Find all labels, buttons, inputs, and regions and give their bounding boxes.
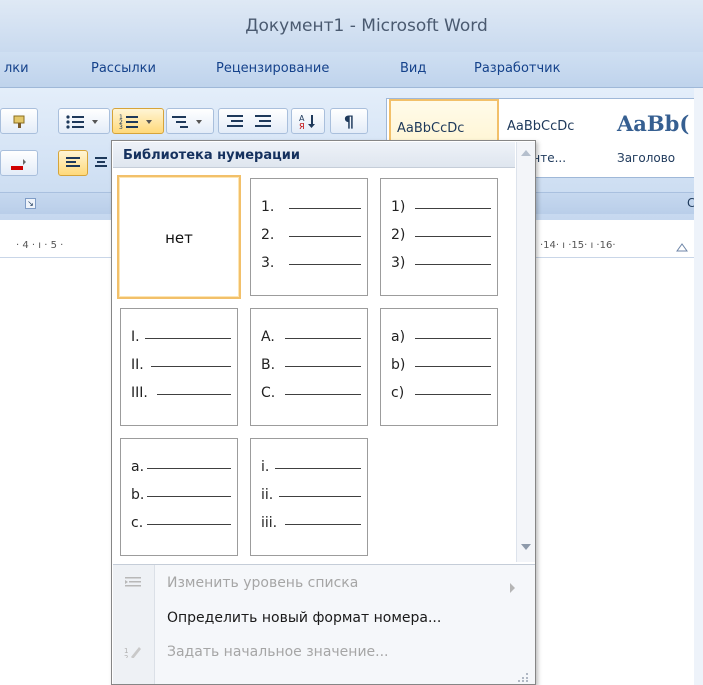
ruler-left-text: · 4 · ı · 5 · bbox=[16, 240, 64, 251]
number-label: A. bbox=[261, 329, 275, 345]
numbering-option-decimal-paren[interactable]: 1) 2) 3) bbox=[380, 178, 498, 296]
brush-icon bbox=[13, 115, 25, 128]
number-label: 3. bbox=[261, 255, 275, 271]
align-center-icon bbox=[95, 157, 107, 167]
numbering-dropdown: Библиотека нумерации нет 1. 2. 3. 1) 2) … bbox=[111, 140, 536, 685]
numbering-option-lower-alpha-dot[interactable]: a. b. c. bbox=[120, 438, 238, 556]
indent-icon bbox=[227, 115, 271, 127]
numbering-option-lower-roman[interactable]: i. ii. iii. bbox=[250, 438, 368, 556]
sort-icon: A Я bbox=[299, 114, 315, 129]
number-label: c. bbox=[131, 515, 144, 531]
number-label: 1) bbox=[391, 199, 406, 215]
gallery-scrollbar[interactable] bbox=[516, 142, 535, 562]
number-label: ii. bbox=[261, 487, 274, 503]
numbering-option-decimal-dot[interactable]: 1. 2. 3. bbox=[250, 178, 368, 296]
window-right-edge bbox=[694, 88, 703, 685]
scroll-up-icon[interactable] bbox=[521, 150, 531, 156]
bullets-icon bbox=[66, 115, 98, 129]
number-label: a. bbox=[131, 459, 145, 475]
number-label: iii. bbox=[261, 515, 278, 531]
number-label: b) bbox=[391, 357, 406, 373]
numbering-library-title: Библиотека нумерации bbox=[123, 148, 300, 163]
ribbon-tabs: лки Рассылки Рецензирование Вид Разработ… bbox=[0, 52, 703, 88]
show-formatting-button[interactable]: ¶ bbox=[330, 108, 368, 134]
number-label: 3) bbox=[391, 255, 406, 271]
style-heading-1[interactable]: AaBb( Заголово bbox=[611, 99, 703, 177]
number-label: III. bbox=[131, 385, 148, 401]
style-sample: AaBb( bbox=[617, 111, 690, 136]
align-center-button[interactable] bbox=[90, 150, 112, 176]
bullets-button[interactable] bbox=[58, 108, 110, 134]
number-label: 2) bbox=[391, 227, 406, 243]
svg-text:3: 3 bbox=[119, 124, 123, 129]
number-label: I. bbox=[131, 329, 140, 345]
font-color-button[interactable] bbox=[0, 150, 38, 176]
style-name: Заголово bbox=[617, 151, 676, 165]
number-label: a) bbox=[391, 329, 406, 345]
number-label: 1. bbox=[261, 199, 275, 215]
numbering-none-label: нет bbox=[165, 229, 193, 247]
numbering-button[interactable]: 1 2 3 bbox=[112, 108, 164, 134]
numbering-option-upper-roman[interactable]: I. II. III. bbox=[120, 308, 238, 426]
numbering-option-upper-alpha[interactable]: A. B. C. bbox=[250, 308, 368, 426]
style-sample: AaBbCcDc bbox=[507, 119, 575, 134]
number-label: c) bbox=[391, 385, 405, 401]
svg-text:2: 2 bbox=[124, 654, 128, 658]
ruler-right-text: ·14· ı ·15· ı ·16· bbox=[540, 240, 616, 251]
define-new-number-format-item[interactable]: Определить новый формат номера... bbox=[167, 610, 441, 626]
indent-marker-icon[interactable] bbox=[676, 242, 688, 252]
resize-grip-icon[interactable] bbox=[516, 672, 530, 682]
tab-review[interactable]: Рецензирование bbox=[216, 61, 329, 76]
align-left-icon bbox=[66, 157, 80, 167]
multilevel-list-button[interactable] bbox=[166, 108, 214, 134]
number-label: II. bbox=[131, 357, 144, 373]
sort-button[interactable]: A Я bbox=[291, 108, 325, 134]
change-list-level-icon bbox=[125, 577, 141, 587]
font-color-icon bbox=[11, 159, 26, 170]
set-numbering-value-item[interactable]: Задать начальное значение... bbox=[167, 644, 389, 660]
window-title: Документ1 - Microsoft Word bbox=[245, 16, 488, 36]
set-numbering-value-icon: 1 2 bbox=[124, 647, 141, 658]
title-bar: Документ1 - Microsoft Word bbox=[0, 0, 703, 52]
numbering-option-lower-alpha-paren[interactable]: a) b) c) bbox=[380, 308, 498, 426]
scroll-down-icon[interactable] bbox=[521, 544, 531, 550]
svg-text:Я: Я bbox=[299, 122, 305, 129]
tab-developer[interactable]: Разработчик bbox=[474, 61, 560, 76]
number-label: i. bbox=[261, 459, 270, 475]
align-left-button[interactable] bbox=[58, 150, 88, 176]
numbering-option-none[interactable]: нет bbox=[117, 175, 241, 299]
change-list-level-item[interactable]: Изменить уровень списка bbox=[167, 575, 358, 591]
style-sample: AaBbCcDc bbox=[397, 121, 465, 136]
numbering-icon: 1 2 3 bbox=[119, 114, 152, 129]
multilevel-list-icon bbox=[172, 116, 202, 128]
dialog-launcher-icon[interactable]: ↘ bbox=[25, 198, 36, 209]
tab-links[interactable]: лки bbox=[4, 61, 29, 76]
number-label: b. bbox=[131, 487, 145, 503]
format-painter-button[interactable] bbox=[0, 108, 38, 134]
pilcrow-icon: ¶ bbox=[343, 111, 355, 131]
numbering-library-header: Библиотека нумерации bbox=[113, 142, 515, 168]
number-label: 2. bbox=[261, 227, 275, 243]
tab-view[interactable]: Вид bbox=[400, 61, 426, 76]
number-label: C. bbox=[261, 385, 276, 401]
number-label: B. bbox=[261, 357, 276, 373]
word-window: Документ1 - Microsoft Word лки Рассылки … bbox=[0, 0, 703, 685]
submenu-arrow-icon bbox=[510, 583, 515, 593]
indent-buttons[interactable] bbox=[218, 108, 288, 134]
tab-mailings[interactable]: Рассылки bbox=[91, 61, 156, 76]
